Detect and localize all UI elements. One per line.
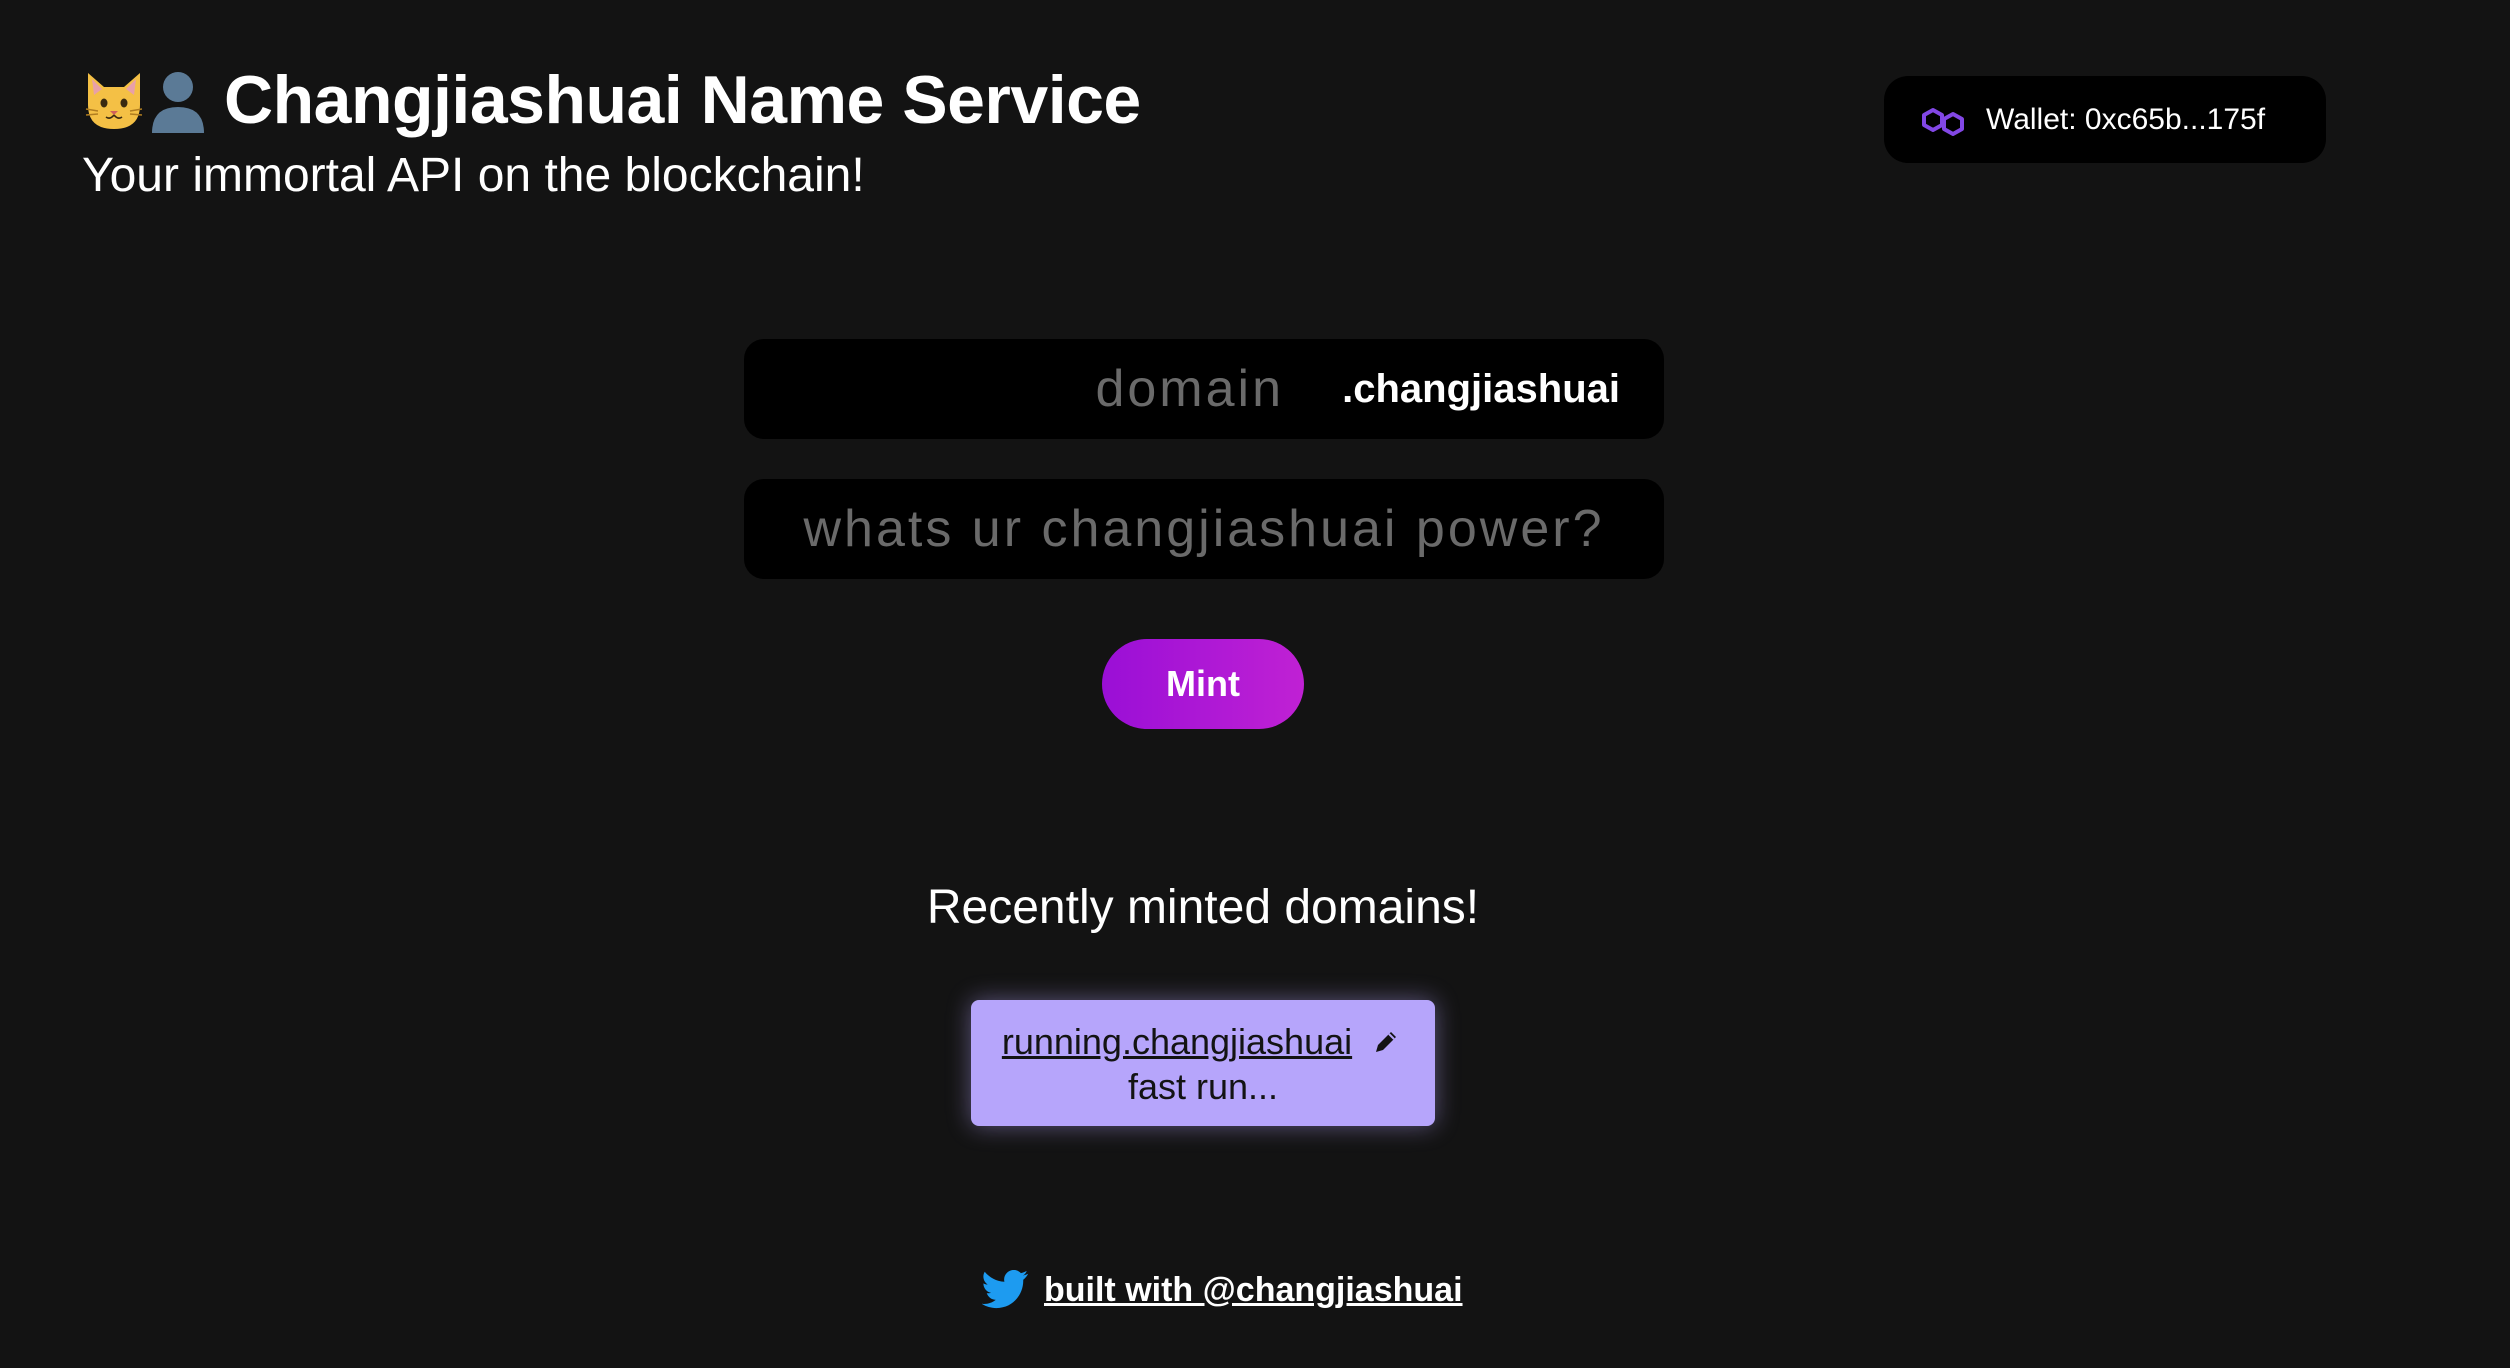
mint-card-domain-link[interactable]: running.changjiashuai: [1002, 1021, 1352, 1063]
domain-input[interactable]: [744, 339, 1304, 439]
twitter-icon: [982, 1270, 1029, 1309]
person-silhouette-icon: [152, 72, 204, 133]
edit-button[interactable]: [1368, 1024, 1404, 1060]
wallet-button[interactable]: Wallet: 0xc65b...175f: [1884, 76, 2326, 163]
page-subtitle: Your immortal API on the blockchain!: [82, 149, 865, 202]
page-title: Changjiashuai Name Service: [224, 62, 1141, 138]
pencil-icon: [1376, 1032, 1397, 1052]
mint-card-header: running.changjiashuai: [971, 1020, 1435, 1064]
record-input[interactable]: [744, 479, 1664, 579]
header-left: Changjiashuai Name Service Your immortal…: [82, 58, 1141, 203]
footer-twitter-link[interactable]: built with @changjiashuai: [1044, 1271, 1463, 1310]
mint-card: running.changjiashuai fast run...: [971, 1000, 1435, 1126]
tld-label: .changjiashuai: [1342, 367, 1620, 411]
mint-button[interactable]: Mint: [1102, 639, 1304, 729]
recent-heading: Recently minted domains!: [926, 881, 1480, 934]
title-row: Changjiashuai Name Service: [82, 58, 1141, 142]
domain-field: .changjiashuai: [744, 339, 1664, 439]
mint-card-record: fast run...: [1127, 1066, 1279, 1107]
record-field: [744, 479, 1664, 579]
wallet-address: Wallet: 0xc65b...175f: [1986, 102, 2266, 136]
recent-list: running.changjiashuai fast run...: [971, 1000, 1435, 1126]
polygon-icon: [1922, 107, 1964, 136]
footer: built with @changjiashuai: [982, 1270, 1463, 1310]
cat-face-icon: [85, 73, 143, 129]
emoji-group: [82, 65, 210, 135]
